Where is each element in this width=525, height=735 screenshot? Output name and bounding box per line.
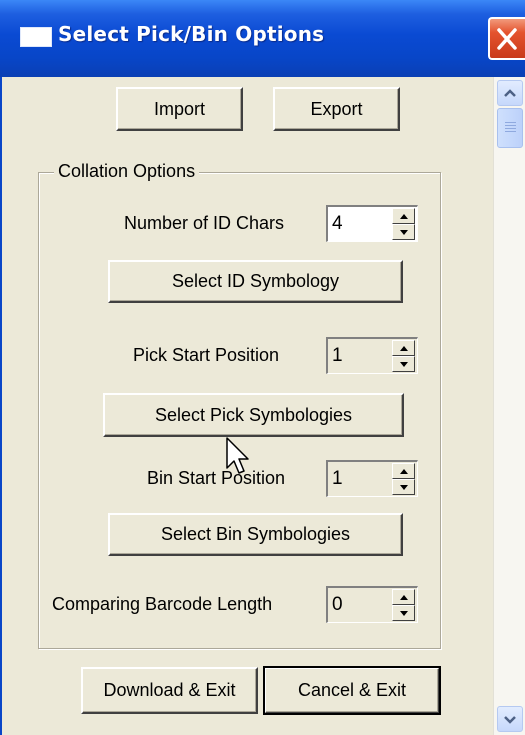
- download-exit-button[interactable]: Download & Exit: [81, 667, 258, 714]
- id-chars-value[interactable]: 4: [332, 213, 343, 235]
- scroll-down-button[interactable]: [497, 706, 523, 732]
- select-bin-symbologies-button[interactable]: Select Bin Symbologies: [108, 513, 403, 556]
- pick-start-decrement[interactable]: [392, 356, 415, 372]
- id-chars-decrement[interactable]: [392, 224, 415, 240]
- arrow-up-icon: [400, 214, 408, 219]
- chevron-up-icon: [504, 89, 516, 97]
- bin-start-label: Bin Start Position: [147, 468, 286, 488]
- bin-start-value[interactable]: 1: [332, 468, 343, 490]
- chevron-down-icon: [504, 716, 516, 724]
- scroll-up-button[interactable]: [497, 80, 523, 106]
- title-bar[interactable]: Select Pick/Bin Options: [0, 0, 525, 78]
- options-dialog: Select Pick/Bin Options Import Export Co…: [0, 0, 525, 735]
- close-button[interactable]: [488, 17, 525, 60]
- scroll-thumb[interactable]: [497, 108, 523, 148]
- id-chars-increment[interactable]: [392, 208, 415, 224]
- window-icon: [20, 27, 52, 47]
- arrow-up-icon: [400, 469, 408, 474]
- bin-start-decrement[interactable]: [392, 479, 415, 495]
- select-pick-symbologies-button[interactable]: Select Pick Symbologies: [103, 393, 404, 437]
- bin-start-spinner[interactable]: 1: [326, 460, 418, 497]
- pick-start-spinner[interactable]: 1: [326, 337, 418, 374]
- bin-start-increment[interactable]: [392, 463, 415, 479]
- window-title: Select Pick/Bin Options: [58, 22, 325, 46]
- compare-length-decrement[interactable]: [392, 605, 415, 621]
- close-icon: [497, 28, 517, 50]
- id-chars-spinner[interactable]: 4: [326, 205, 418, 242]
- pick-start-label: Pick Start Position: [133, 345, 280, 365]
- compare-length-spinner[interactable]: 0: [326, 586, 418, 623]
- arrow-up-icon: [400, 346, 408, 351]
- mouse-pointer-icon: [226, 437, 249, 474]
- arrow-down-icon: [400, 230, 408, 235]
- export-button[interactable]: Export: [273, 87, 400, 131]
- pick-start-increment[interactable]: [392, 340, 415, 356]
- compare-length-value[interactable]: 0: [332, 594, 343, 616]
- arrow-up-icon: [400, 595, 408, 600]
- compare-length-increment[interactable]: [392, 589, 415, 605]
- arrow-down-icon: [400, 611, 408, 616]
- select-id-symbology-button[interactable]: Select ID Symbology: [108, 260, 403, 303]
- pick-start-value[interactable]: 1: [332, 345, 343, 367]
- import-button[interactable]: Import: [116, 87, 243, 131]
- collation-options-legend: Collation Options: [54, 161, 200, 182]
- arrow-down-icon: [400, 362, 408, 367]
- arrow-down-icon: [400, 485, 408, 490]
- cancel-exit-button[interactable]: Cancel & Exit: [263, 666, 441, 715]
- id-chars-label: Number of ID Chars: [124, 213, 285, 233]
- vertical-scrollbar[interactable]: [493, 77, 525, 735]
- compare-length-label: Comparing Barcode Length: [52, 594, 273, 614]
